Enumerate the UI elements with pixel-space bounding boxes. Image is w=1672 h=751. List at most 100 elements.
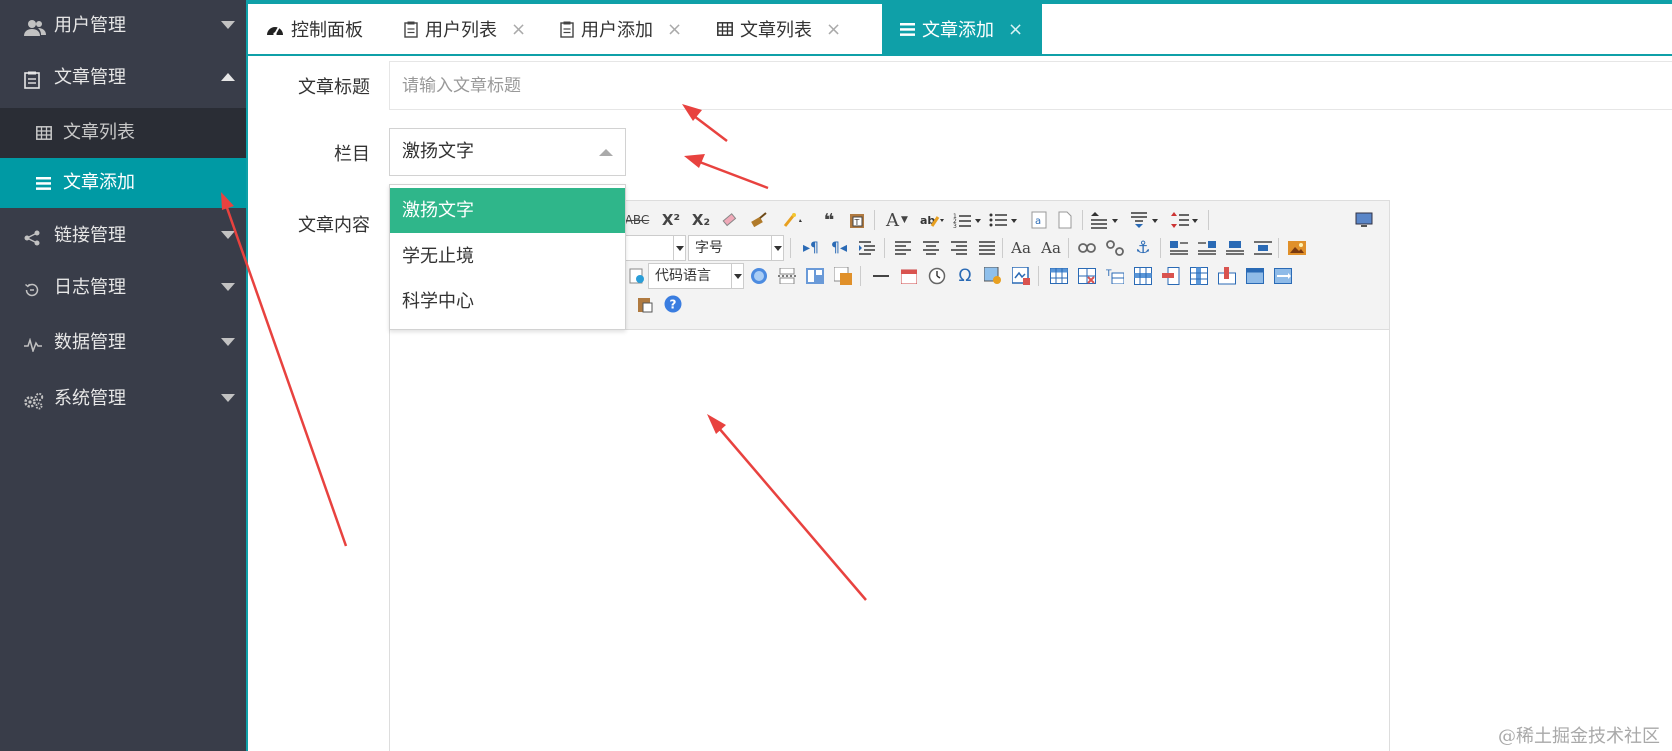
date-icon[interactable]	[898, 265, 920, 287]
insert-table-icon[interactable]	[1048, 265, 1070, 287]
insert-column-icon[interactable]	[1188, 265, 1210, 287]
link-icon[interactable]	[1076, 237, 1098, 259]
sidebar-item-label: 链接管理	[54, 225, 126, 246]
merge-cells-icon[interactable]	[1244, 265, 1266, 287]
uppercase-icon[interactable]: Aa	[1010, 237, 1032, 259]
tab-article-list[interactable]: 文章列表 ×	[717, 4, 841, 54]
sidebar-item-logs[interactable]: 日志管理	[0, 262, 248, 317]
sidebar-item-data[interactable]: 数据管理	[0, 317, 248, 372]
table-icon	[717, 22, 733, 36]
strikethrough-icon[interactable]: ABC	[625, 209, 650, 231]
sidebar-item-system[interactable]: 系统管理	[0, 373, 248, 428]
help-icon[interactable]: ?	[662, 293, 684, 315]
users-icon	[24, 0, 46, 55]
category-dropdown: 激扬文字 学无止境 科学中心	[389, 184, 626, 330]
superscript-icon[interactable]: X²	[660, 209, 682, 231]
time-icon[interactable]	[926, 265, 948, 287]
delete-table-icon[interactable]	[1076, 265, 1098, 287]
article-title-input[interactable]	[389, 61, 1672, 110]
clear-doc-icon[interactable]	[1054, 209, 1076, 231]
insert-file-icon[interactable]	[626, 265, 648, 287]
eraser-icon[interactable]	[718, 209, 740, 231]
lowercase-icon[interactable]: Aa	[1040, 237, 1062, 259]
chevron-down-icon	[731, 264, 743, 288]
insert-image-icon[interactable]	[1286, 237, 1308, 259]
sidebar-item-articles[interactable]: 文章管理	[0, 52, 248, 107]
align-center-icon[interactable]	[920, 237, 942, 259]
tab-dashboard[interactable]: 控制面板	[266, 4, 363, 54]
delete-row-icon[interactable]	[1160, 265, 1182, 287]
editor-content-area[interactable]	[390, 331, 1389, 751]
chevron-down-icon	[771, 236, 783, 260]
insert-row-icon[interactable]	[1132, 265, 1154, 287]
image-float-left-icon[interactable]	[1168, 237, 1190, 259]
ordered-list-icon[interactable]: 123	[952, 209, 984, 231]
line-height-icon[interactable]	[1170, 209, 1202, 231]
sidebar-subitem-article-list[interactable]: 文章列表	[0, 108, 248, 158]
ltr-direction-icon[interactable]: ▸¶	[800, 237, 822, 259]
share-icon	[24, 210, 40, 265]
sidebar-item-label: 数据管理	[54, 332, 126, 353]
align-left-icon[interactable]	[892, 237, 914, 259]
horizontal-rule-icon[interactable]	[870, 265, 892, 287]
article-title-label: 文章标题	[298, 77, 370, 98]
template-icon[interactable]	[804, 265, 826, 287]
image-center-icon[interactable]	[1252, 237, 1274, 259]
watermark: @稀土掘金技术社区	[1498, 726, 1660, 747]
anchor-icon[interactable]: ⚓	[1132, 237, 1154, 259]
close-icon[interactable]: ×	[511, 19, 526, 40]
code-language-select[interactable]: 代码语言	[648, 263, 744, 289]
paragraph-spacing-top-icon[interactable]	[1090, 209, 1122, 231]
tab-user-list[interactable]: 用户列表 ×	[404, 4, 526, 54]
select-all-icon[interactable]: a	[1028, 209, 1050, 231]
auto-format-icon[interactable]	[778, 209, 808, 231]
format-brush-icon[interactable]	[748, 209, 770, 231]
indent-icon[interactable]	[856, 237, 878, 259]
merge-right-icon[interactable]	[1272, 265, 1294, 287]
scrawl-icon[interactable]	[1010, 265, 1032, 287]
category-option[interactable]: 学无止境	[390, 234, 625, 279]
sidebar-subitem-article-add[interactable]: 文章添加	[0, 158, 248, 208]
tab-user-add[interactable]: 用户添加 ×	[560, 4, 682, 54]
emotion-icon[interactable]	[748, 265, 770, 287]
paste-plain-icon[interactable]: T	[846, 209, 868, 231]
paragraph-spacing-bottom-icon[interactable]	[1130, 209, 1162, 231]
sidebar: 用户管理 文章管理 文章列表 文章添加 链接管理 日志管理 数据管理 系统管理	[0, 0, 248, 751]
caret-down-icon	[221, 394, 235, 402]
unlink-icon[interactable]	[1104, 237, 1126, 259]
image-float-none-icon[interactable]	[1224, 237, 1246, 259]
image-float-right-icon[interactable]	[1196, 237, 1218, 259]
font-color-icon[interactable]: A ▼	[882, 209, 912, 231]
sidebar-item-users[interactable]: 用户管理	[0, 0, 248, 55]
sidebar-item-links[interactable]: 链接管理	[0, 210, 248, 265]
subscript-icon[interactable]: X₂	[690, 209, 712, 231]
font-size-select[interactable]: 字号	[688, 235, 784, 261]
tab-label: 文章添加	[922, 20, 994, 41]
align-right-icon[interactable]	[948, 237, 970, 259]
highlight-color-icon[interactable]: ab	[918, 209, 948, 231]
tab-label: 文章列表	[740, 20, 812, 41]
tab-label: 用户添加	[581, 20, 653, 41]
close-icon[interactable]: ×	[826, 19, 841, 40]
background-icon[interactable]	[832, 265, 854, 287]
category-option[interactable]: 科学中心	[390, 279, 625, 324]
category-option[interactable]: 激扬文字	[390, 188, 625, 233]
fullscreen-icon[interactable]	[1353, 209, 1375, 231]
close-icon[interactable]: ×	[667, 19, 682, 40]
delete-column-icon[interactable]	[1216, 265, 1238, 287]
special-chars-icon[interactable]: Ω	[954, 265, 976, 287]
caret-down-icon	[221, 231, 235, 239]
category-label: 栏目	[334, 144, 370, 165]
rtl-direction-icon[interactable]: ¶◂	[828, 237, 850, 259]
close-icon[interactable]: ×	[1008, 19, 1023, 40]
align-justify-icon[interactable]	[976, 237, 998, 259]
paste-icon[interactable]	[634, 293, 656, 315]
insert-paragraph-before-table-icon[interactable]: T	[1104, 265, 1126, 287]
wordimage-icon[interactable]	[982, 265, 1004, 287]
category-select[interactable]: 激扬文字	[389, 128, 626, 176]
blockquote-icon[interactable]: ❝	[818, 209, 840, 231]
page-break-icon[interactable]	[776, 265, 798, 287]
category-select-value: 激扬文字	[402, 141, 474, 162]
unordered-list-icon[interactable]	[988, 209, 1020, 231]
tab-article-add[interactable]: 文章添加 ×	[882, 4, 1042, 54]
